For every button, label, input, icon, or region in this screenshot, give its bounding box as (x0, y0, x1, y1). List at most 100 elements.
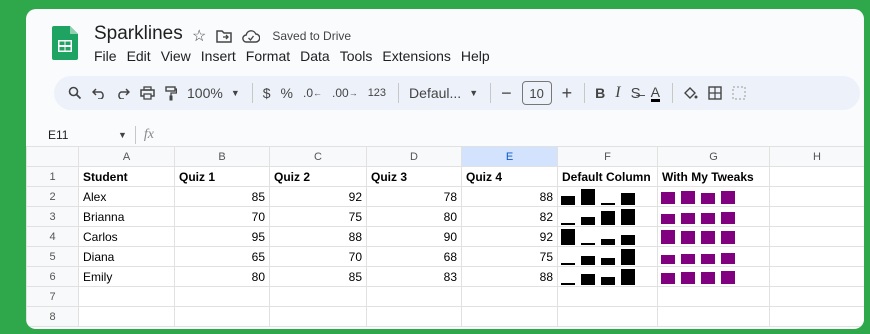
cell[interactable] (269, 306, 367, 327)
column-header-d[interactable]: D (366, 146, 462, 167)
header-cell[interactable]: Quiz 4 (461, 166, 558, 187)
cell[interactable] (78, 306, 175, 327)
row-header[interactable]: 8 (26, 306, 79, 327)
menu-item-view[interactable]: View (161, 48, 191, 64)
score-cell[interactable]: 75 (461, 246, 558, 267)
header-cell[interactable]: Quiz 2 (269, 166, 367, 187)
column-header-c[interactable]: C (269, 146, 367, 167)
row-header[interactable]: 6 (26, 266, 79, 287)
score-cell[interactable]: 95 (174, 226, 270, 247)
cell[interactable] (657, 306, 770, 327)
move-folder-icon[interactable] (216, 29, 233, 43)
score-cell[interactable]: 70 (269, 246, 367, 267)
cell[interactable] (769, 206, 864, 227)
score-cell[interactable]: 70 (174, 206, 270, 227)
cell[interactable] (769, 306, 864, 327)
student-cell[interactable]: Carlos (78, 226, 175, 247)
cell[interactable] (769, 226, 864, 247)
row-header[interactable]: 7 (26, 286, 79, 307)
sparkline-cell[interactable] (657, 246, 770, 267)
cell[interactable] (769, 186, 864, 207)
score-cell[interactable]: 83 (366, 266, 462, 287)
sparkline-cell[interactable] (557, 246, 658, 267)
student-cell[interactable]: Brianna (78, 206, 175, 227)
score-cell[interactable]: 68 (366, 246, 462, 267)
menu-item-extensions[interactable]: Extensions (382, 48, 450, 64)
column-header-g[interactable]: G (657, 146, 770, 167)
score-cell[interactable]: 88 (269, 226, 367, 247)
header-cell[interactable]: Default Column (557, 166, 658, 187)
row-header[interactable]: 2 (26, 186, 79, 207)
column-header-e[interactable]: E (461, 146, 558, 167)
font-select[interactable]: Defaul... ▼ (409, 80, 478, 106)
student-cell[interactable]: Diana (78, 246, 175, 267)
row-header[interactable]: 4 (26, 226, 79, 247)
score-cell[interactable]: 65 (174, 246, 270, 267)
cell[interactable] (174, 286, 270, 307)
score-cell[interactable]: 80 (366, 206, 462, 227)
score-cell[interactable]: 82 (461, 206, 558, 227)
score-cell[interactable]: 90 (366, 226, 462, 247)
select-all-corner[interactable] (26, 146, 79, 167)
row-header[interactable]: 1 (26, 166, 79, 187)
text-color-button[interactable]: A (650, 80, 660, 106)
column-header-h[interactable]: H (769, 146, 864, 167)
name-box[interactable]: E11 (26, 128, 104, 142)
star-icon[interactable]: ☆ (192, 26, 206, 46)
sparkline-cell[interactable] (657, 206, 770, 227)
row-header[interactable]: 5 (26, 246, 79, 267)
strikethrough-icon[interactable]: S̶ (631, 80, 641, 106)
font-size-input[interactable]: 10 (521, 81, 552, 105)
zoom-select[interactable]: 100% ▼ (187, 80, 240, 106)
cell[interactable] (269, 286, 367, 307)
header-cell[interactable] (769, 166, 864, 187)
menu-item-edit[interactable]: Edit (127, 48, 151, 64)
sparkline-cell[interactable] (557, 186, 658, 207)
sparkline-cell[interactable] (557, 206, 658, 227)
fill-color-icon[interactable] (683, 80, 698, 106)
merge-cells-icon[interactable] (732, 80, 746, 106)
cell[interactable] (557, 306, 658, 327)
number-format-button[interactable]: 123 (368, 80, 386, 106)
cell[interactable] (657, 286, 770, 307)
cell[interactable] (461, 286, 558, 307)
print-icon[interactable] (140, 80, 155, 106)
sparkline-cell[interactable] (557, 226, 658, 247)
score-cell[interactable]: 88 (461, 266, 558, 287)
undo-icon[interactable] (92, 80, 106, 106)
increase-decimal-button[interactable]: .00 → (332, 80, 358, 106)
sparkline-cell[interactable] (557, 266, 658, 287)
menu-item-format[interactable]: Format (246, 48, 290, 64)
score-cell[interactable]: 85 (174, 186, 270, 207)
cell[interactable] (557, 286, 658, 307)
header-cell[interactable]: Student (78, 166, 175, 187)
bold-button[interactable]: B (595, 80, 605, 106)
sparkline-cell[interactable] (657, 226, 770, 247)
cell[interactable] (769, 286, 864, 307)
header-cell[interactable]: With My Tweaks (657, 166, 770, 187)
borders-icon[interactable] (708, 80, 722, 106)
cell[interactable] (366, 306, 462, 327)
decrease-decimal-button[interactable]: .0 ← (303, 80, 322, 106)
italic-button[interactable]: I (615, 80, 620, 106)
menu-item-tools[interactable]: Tools (340, 48, 373, 64)
currency-format-button[interactable]: $ (263, 80, 271, 106)
column-header-f[interactable]: F (557, 146, 658, 167)
score-cell[interactable]: 85 (269, 266, 367, 287)
cloud-saved-icon[interactable] (242, 29, 261, 43)
student-cell[interactable]: Alex (78, 186, 175, 207)
menu-item-data[interactable]: Data (300, 48, 330, 64)
menu-item-file[interactable]: File (94, 48, 117, 64)
formula-input[interactable] (154, 125, 864, 145)
cell[interactable] (769, 266, 864, 287)
chevron-down-icon[interactable]: ▼ (118, 130, 127, 140)
header-cell[interactable]: Quiz 1 (174, 166, 270, 187)
sparkline-cell[interactable] (657, 186, 770, 207)
paint-format-icon[interactable] (165, 80, 177, 106)
redo-icon[interactable] (116, 80, 130, 106)
score-cell[interactable]: 75 (269, 206, 367, 227)
document-title[interactable]: Sparklines (94, 23, 183, 45)
header-cell[interactable]: Quiz 3 (366, 166, 462, 187)
search-menus-icon[interactable] (68, 80, 82, 106)
increase-font-size-button[interactable]: + (562, 80, 573, 106)
